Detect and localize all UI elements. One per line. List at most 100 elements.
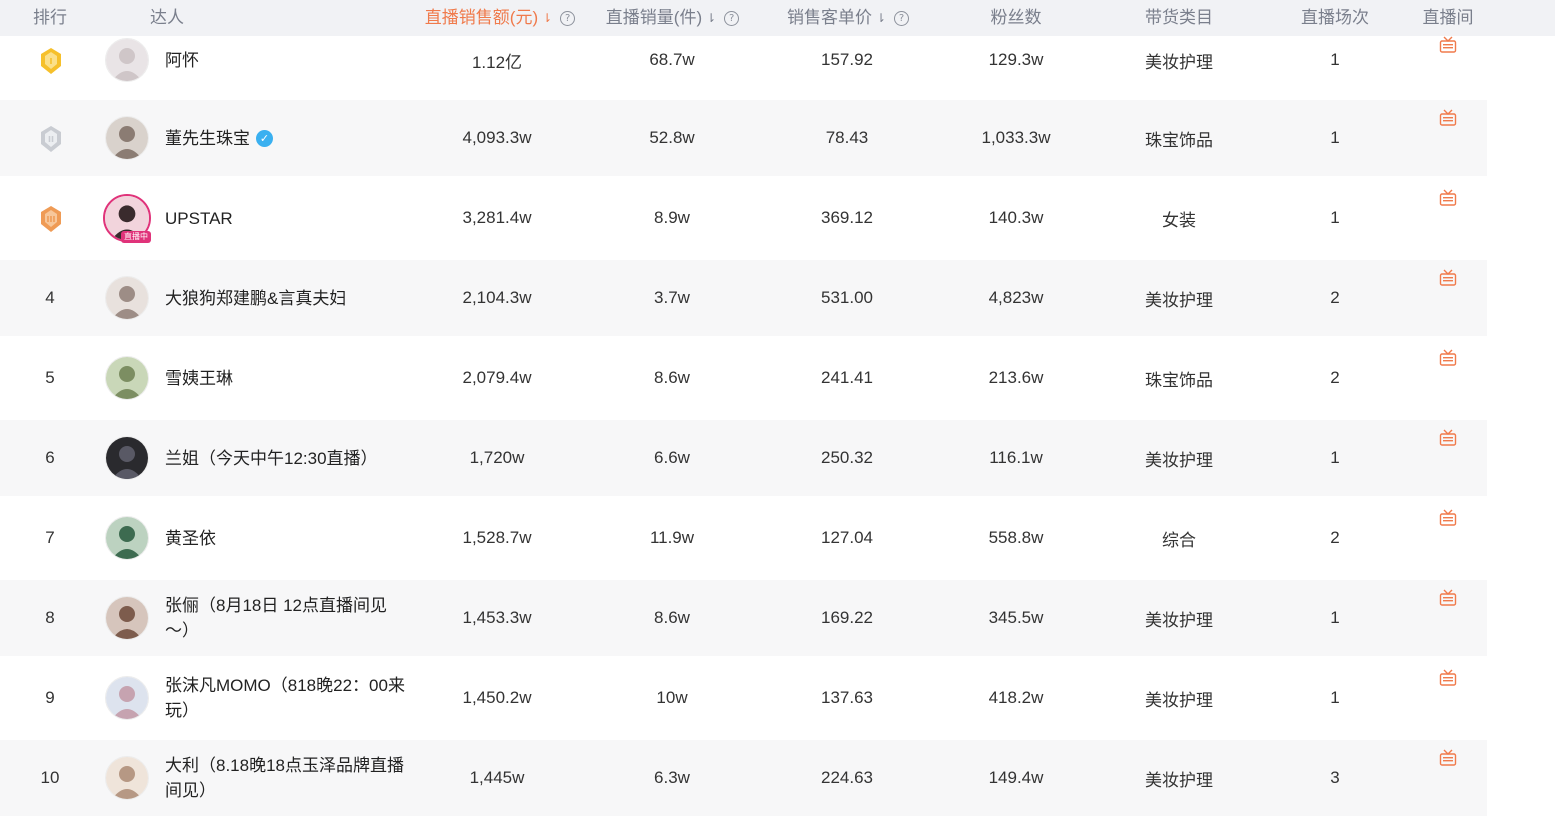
table-row[interactable]: 5 雪姨王琳 2,079.4w 8.6w 241.41 213.6w 珠宝饰品 2 [0, 340, 1487, 416]
sales-volume: 8.6w [654, 608, 690, 627]
influencer-name-text[interactable]: 兰姐（今天中午12:30直播） [165, 446, 378, 471]
fans-count: 4,823w [988, 288, 1044, 307]
unit-price: 157.92 [821, 50, 873, 69]
influencer-name[interactable]: UPSTAR [165, 180, 410, 256]
sales-volume: 11.9w [649, 528, 695, 547]
session-count: 1 [1330, 128, 1340, 147]
verified-icon: ✓ [256, 129, 273, 147]
influencer-name-text[interactable]: 黄圣依 [165, 526, 216, 551]
influencer-name-text[interactable]: 阿怀 [165, 48, 199, 73]
fans-count: 213.6w [988, 368, 1044, 387]
avatar[interactable] [105, 596, 149, 640]
header-fans: 粉丝数 [990, 8, 1042, 27]
influencer-name-text[interactable]: 张沫凡MOMO（818晚22：00来玩） [165, 673, 410, 723]
help-icon[interactable]: ? [724, 10, 740, 26]
table-row[interactable]: 9 张沫凡MOMO（818晚22：00来玩） 1,450.2w 10w 137.63 4… [0, 660, 1487, 736]
live-room-icon[interactable] [1439, 429, 1457, 447]
influencer-name-text[interactable]: 大狼狗郑建鹏&言真夫妇 [165, 286, 346, 311]
ranking-table: 排行 达人 直播销售额(元) ⇂ ? 直播销量(件) ⇂ ? 销售客单价 ⇂ ?… [0, 0, 1555, 817]
avatar[interactable] [105, 436, 149, 480]
live-room-icon[interactable] [1439, 36, 1457, 54]
header-sales-amount[interactable]: 直播销售额(元) ⇂ ? [415, 0, 585, 36]
fans-count: 116.1w [989, 448, 1043, 467]
session-count: 2 [1330, 528, 1340, 547]
avatar[interactable] [105, 676, 149, 720]
influencer-name[interactable]: 大利（8.18晚18点玉泽品牌直播间见） [165, 740, 410, 816]
session-count: 3 [1330, 768, 1340, 787]
influencer-name[interactable]: 大狼狗郑建鹏&言真夫妇 [165, 260, 410, 336]
sales-volume: 8.9w [654, 208, 690, 227]
header-sales-volume[interactable]: 直播销量(件) ⇂ ? [600, 0, 745, 36]
header-live-room: 直播间 [1422, 8, 1474, 27]
influencer-name[interactable]: 董先生珠宝 ✓ [165, 100, 410, 176]
unit-price: 369.12 [821, 208, 873, 227]
avatar[interactable] [105, 516, 149, 560]
sales-volume: 10w [656, 688, 688, 707]
session-count: 1 [1330, 208, 1340, 227]
unit-price: 137.63 [821, 688, 873, 707]
category: 美妆护理 [1145, 52, 1213, 72]
rank-number: 8 [45, 608, 55, 627]
influencer-name[interactable]: 兰姐（今天中午12:30直播） [165, 420, 410, 496]
table-row[interactable]: 8 张俪（8月18日 12点直播间见～） 1,453.3w 8.6w 169.22 34… [0, 580, 1487, 656]
avatar[interactable] [105, 116, 149, 160]
header-rank: 排行 [33, 8, 67, 27]
unit-price: 531.00 [821, 288, 873, 307]
rank-cell: 10 [22, 740, 78, 816]
influencer-name[interactable]: 张俪（8月18日 12点直播间见～） [165, 580, 410, 656]
live-room-icon[interactable] [1439, 189, 1457, 207]
table-row[interactable]: 7 黄圣依 1,528.7w 11.9w 127.04 558.8w 综合 2 [0, 500, 1487, 576]
table-row[interactable]: 10 大利（8.18晚18点玉泽品牌直播间见） 1,445w 6.3w 224.63 1… [0, 740, 1487, 816]
table-row[interactable]: 4 大狼狗郑建鹏&言真夫妇 2,104.3w 3.7w 531.00 4,823w 美妆护… [0, 260, 1487, 336]
live-room-icon[interactable] [1439, 749, 1457, 767]
table-row[interactable]: III 直播中 UPSTAR 3,281.4w 8.9w 369.12 140.3w 女装 1 [0, 180, 1487, 256]
live-room-icon[interactable] [1439, 589, 1457, 607]
influencer-name[interactable]: 黄圣依 [165, 500, 410, 576]
live-room-icon[interactable] [1439, 109, 1457, 127]
header-category: 带货类目 [1145, 8, 1213, 27]
session-count: 1 [1330, 688, 1340, 707]
avatar[interactable] [105, 276, 149, 320]
avatar[interactable] [105, 38, 149, 82]
unit-price: 241.41 [821, 368, 873, 387]
influencer-name-text[interactable]: 雪姨王琳 [165, 366, 233, 391]
influencer-name-text[interactable]: 董先生珠宝 [165, 126, 250, 151]
influencer-name-text[interactable]: UPSTAR [165, 206, 233, 231]
sort-icon[interactable]: ⇂ [876, 0, 886, 36]
silver-medal-icon: II [39, 125, 61, 152]
influencer-name[interactable]: 雪姨王琳 [165, 340, 410, 416]
table-row[interactable]: 6 兰姐（今天中午12:30直播） 1,720w 6.6w 250.32 116.1w 美… [0, 420, 1487, 496]
avatar[interactable] [105, 756, 149, 800]
bronze-medal-icon: III [39, 205, 61, 232]
fans-count: 1,033.3w [981, 128, 1051, 147]
rank-cell: 6 [22, 420, 78, 496]
avatar[interactable] [105, 356, 149, 400]
table-row[interactable]: I 阿怀 1.12亿 68.7w 157.92 129.3w 美妆护理 1 [0, 36, 1487, 84]
sales-amount: 4,093.3w [462, 128, 532, 147]
sales-amount: 2,079.4w [462, 368, 532, 387]
live-room-icon[interactable] [1439, 269, 1457, 287]
influencer-name-text[interactable]: 大利（8.18晚18点玉泽品牌直播间见） [165, 753, 410, 803]
sales-volume: 8.6w [654, 368, 690, 387]
rank-number: 5 [45, 368, 55, 387]
live-room-icon[interactable] [1439, 349, 1457, 367]
sort-desc-icon[interactable]: ⇂ [542, 0, 552, 36]
influencer-name-text[interactable]: 张俪（8月18日 12点直播间见～） [165, 593, 410, 643]
rank-number: 7 [45, 528, 55, 547]
category: 美妆护理 [1145, 770, 1213, 790]
help-icon[interactable]: ? [560, 10, 576, 26]
table-row[interactable]: II 董先生珠宝 ✓ 4,093.3w 52.8w 78.43 1,033.3w 珠宝饰品 1 [0, 100, 1487, 176]
header-sessions: 直播场次 [1301, 8, 1369, 27]
header-unit-price[interactable]: 销售客单价 ⇂ ? [782, 0, 914, 36]
live-room-icon[interactable] [1439, 669, 1457, 687]
header-sales-volume-label: 直播销量(件) [605, 8, 703, 27]
category: 美妆护理 [1145, 290, 1213, 310]
live-room-icon[interactable] [1439, 509, 1457, 527]
influencer-name[interactable]: 阿怀 [165, 36, 410, 84]
influencer-name[interactable]: 张沫凡MOMO（818晚22：00来玩） [165, 660, 410, 736]
svg-text:I: I [50, 57, 53, 66]
session-count: 1 [1330, 608, 1340, 627]
sort-icon[interactable]: ⇂ [706, 0, 716, 36]
sales-volume: 6.3w [654, 768, 690, 787]
help-icon[interactable]: ? [894, 10, 910, 26]
